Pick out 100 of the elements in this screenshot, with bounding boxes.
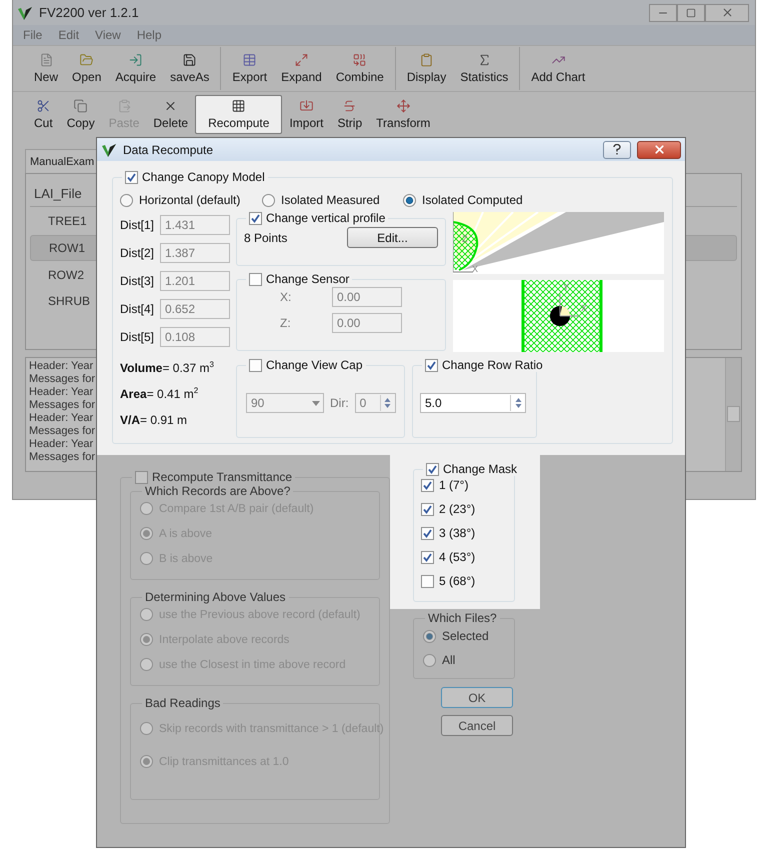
checkbox[interactable] [135,470,148,484]
checkbox[interactable] [421,478,434,492]
distance-field[interactable]: 0.652 [160,299,230,319]
field-label: Z: [280,316,292,330]
distance-field[interactable]: 0.108 [160,327,230,347]
radio-button[interactable] [262,194,275,206]
enter-arrow-icon [128,53,144,67]
distance-field[interactable]: 1.431 [160,215,230,235]
import-icon [298,99,314,113]
toolbar-button[interactable]: Add Chart [524,49,592,88]
help-button[interactable] [603,140,631,158]
radio-button[interactable] [140,608,153,621]
checkbox-label[interactable]: Change vertical profile [266,211,386,225]
checkbox-label[interactable]: 5 (68°) [439,574,476,588]
radio-button[interactable] [140,552,153,565]
radio-label[interactable]: Selected [442,629,489,643]
toolbar-button[interactable]: New [27,49,66,88]
radio-button[interactable] [120,194,133,206]
toolbar-button[interactable]: Copy [60,95,102,134]
checkbox-label[interactable]: 4 (53°) [439,550,476,564]
caret-icon[interactable] [312,400,320,406]
radio-button[interactable] [140,633,153,646]
radio-label[interactable]: Isolated Computed [422,193,523,207]
radio-button[interactable] [140,658,153,671]
group-title: Which Records are Above? [145,484,290,498]
radio-button[interactable] [403,194,416,206]
row-ratio-spinbox[interactable]: 5.0 [420,393,526,413]
checkbox-label[interactable]: 2 (23°) [439,502,476,516]
copy-icon [73,99,88,113]
combine-icon [352,53,368,67]
spin-arrows-icon[interactable] [384,397,392,409]
checkbox[interactable] [425,358,438,372]
toolbar-button[interactable]: Combine [328,49,391,88]
radio-label[interactable]: All [442,653,456,667]
sensor-field[interactable]: 0.00 [332,313,402,333]
checkbox-label[interactable]: Recompute Transmittance [152,470,292,484]
toolbar-button[interactable]: Statistics [453,49,516,88]
checkbox[interactable] [125,170,138,184]
checkbox-label[interactable]: Change Row Ratio [442,358,543,372]
checkbox[interactable] [426,462,439,476]
checkbox[interactable] [249,358,262,372]
distance-field[interactable]: 1.387 [160,243,230,263]
dialog-title: Data Recompute [123,142,214,156]
toolbar-button[interactable]: Transform [369,95,438,134]
maximize-button[interactable] [677,4,705,22]
checkbox-label[interactable]: Change Sensor [266,272,350,286]
toolbar-button[interactable]: Display [400,49,454,88]
direction-spinbox[interactable]: 0 [354,393,396,413]
checkbox[interactable] [421,550,434,564]
toolbar-button[interactable]: Strip [330,95,370,134]
dialog-button[interactable]: OK [441,687,513,708]
toolbar-button[interactable]: saveAs [163,49,216,88]
maximize-icon [686,8,696,18]
scrollbar[interactable] [725,358,741,471]
toolbar-button[interactable]: Acquire [108,49,164,88]
edit-button[interactable]: Edit... [347,227,438,248]
message-line: Messages for [29,425,96,438]
radio-button[interactable] [140,502,153,515]
radio-button[interactable] [140,527,153,540]
checkbox[interactable] [249,272,262,286]
toolbar-button[interactable]: Import [282,95,330,134]
message-line: Messages for [29,373,96,386]
spin-arrows-icon[interactable] [514,397,522,409]
close-button[interactable] [705,4,749,22]
field-label: Dist[2] [120,246,156,260]
sensor-field[interactable]: 0.00 [332,287,402,307]
radio-label[interactable]: Isolated Measured [281,193,380,207]
radio-label[interactable]: Horizontal (default) [139,193,240,207]
checkbox[interactable] [421,526,434,540]
close-button[interactable] [637,140,681,158]
toolbar-button[interactable]: Recompute [195,95,282,134]
checkbox-label[interactable]: 1 (7°) [439,478,468,492]
angle-dropdown[interactable]: 90 [246,393,324,413]
radio-button[interactable] [140,722,153,735]
message-line: Header: Year [29,438,94,451]
toolbar-button[interactable]: Cut [27,95,60,134]
toolbar-button[interactable]: Export [225,49,274,88]
transform-icon [396,99,411,113]
checkbox[interactable] [421,502,434,516]
toolbar-button[interactable]: Open [65,49,108,88]
strip-icon [342,99,358,113]
checkbox[interactable] [249,212,262,224]
app-logo-icon [17,4,33,20]
checkbox[interactable] [421,574,434,588]
toolbar-button[interactable]: Delete [146,95,196,134]
toolbar-button[interactable]: Expand [274,49,329,88]
radio-button[interactable] [423,630,436,642]
radio-button[interactable] [140,755,153,768]
checkbox-label[interactable]: Change View Cap [266,358,363,372]
checkbox-label[interactable]: Change Mask [443,462,518,476]
stat-text: Volume= 0.37 m$^{3}$ [120,359,214,377]
distance-field[interactable]: 1.201 [160,271,230,291]
stat-text: Area= 0.41 m$^{2}$ [120,385,198,403]
checkbox-label[interactable]: 3 (38°) [439,526,476,540]
points-count: 8 Points [244,230,288,244]
axis-label: X [472,264,478,274]
dialog-button[interactable]: Cancel [441,715,513,736]
minimize-button[interactable] [649,4,677,22]
radio-button[interactable] [423,654,436,666]
scrollbar-thumb[interactable] [727,406,740,422]
